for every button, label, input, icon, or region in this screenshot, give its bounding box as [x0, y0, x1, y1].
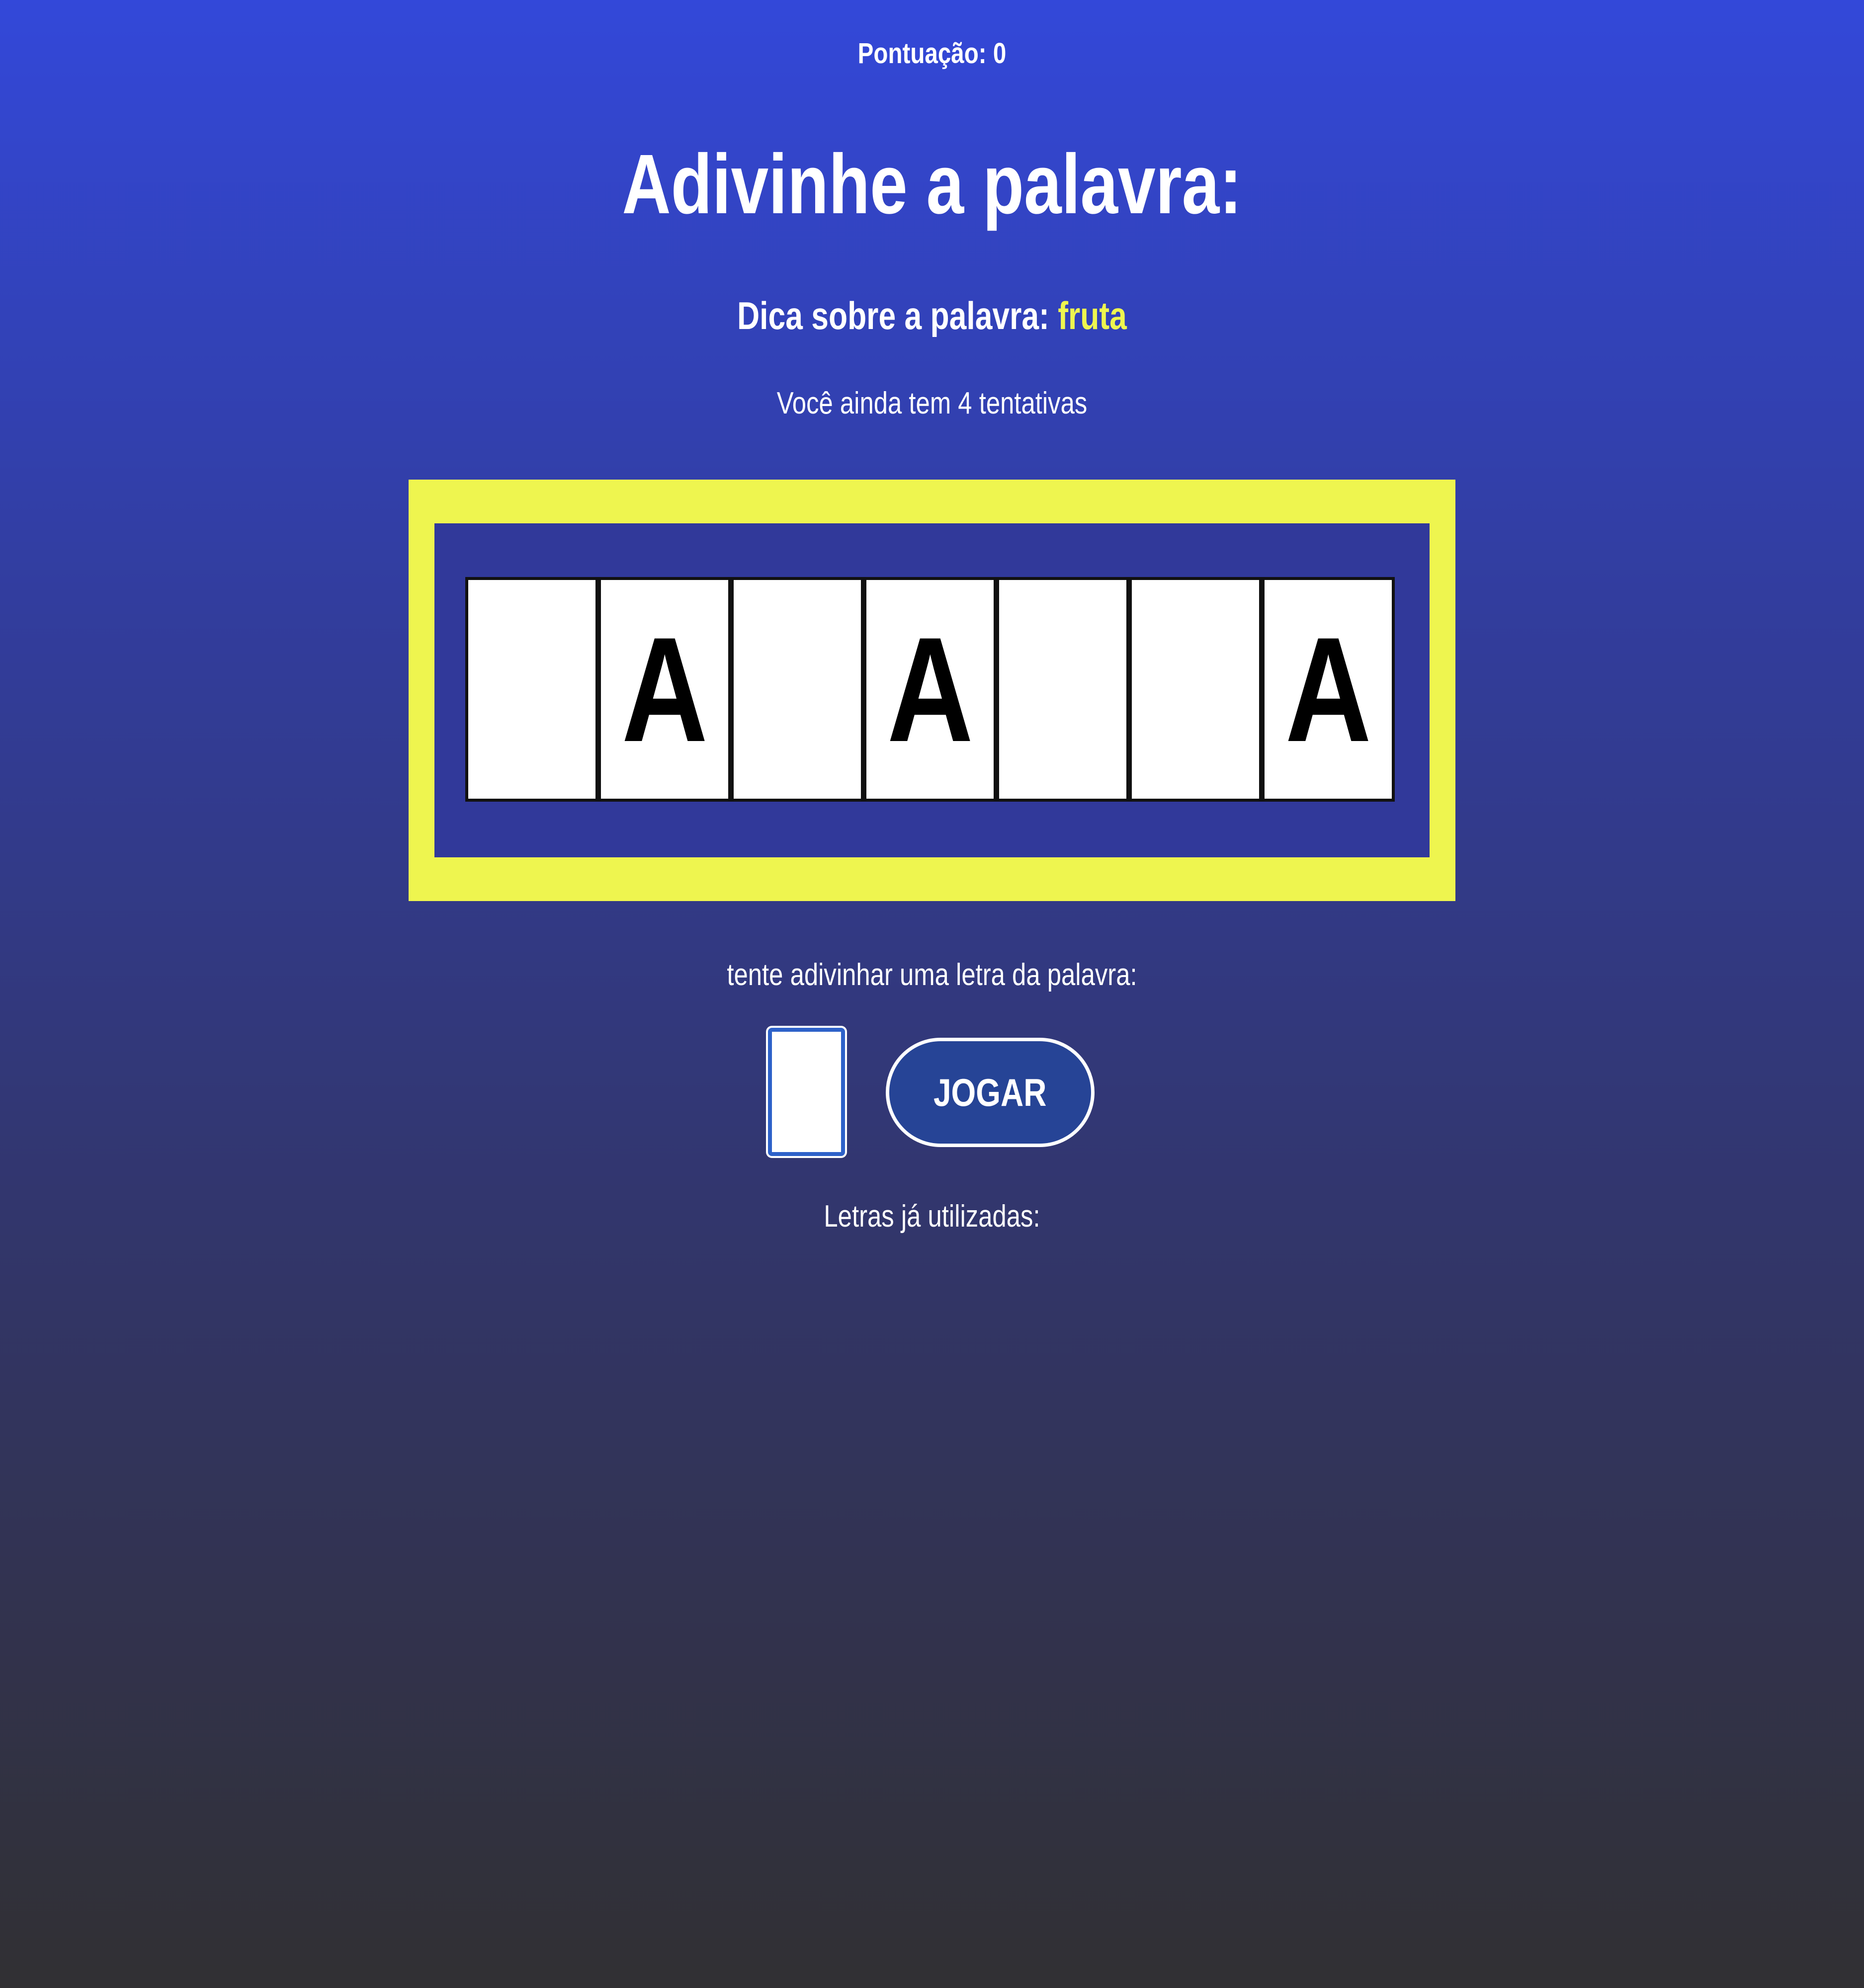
play-button[interactable]: JOGAR	[886, 1038, 1095, 1147]
hint-word: fruta	[1058, 294, 1127, 337]
letter-tile-char: A	[887, 606, 973, 773]
word-board-frame: A A A	[409, 480, 1455, 901]
play-button-label: JOGAR	[933, 1070, 1047, 1114]
letter-tile	[731, 577, 864, 802]
letter-tiles: A A A	[465, 577, 1395, 802]
page-title: Adivinhe a palavra:	[622, 137, 1242, 232]
score-label: Pontuação: 0	[857, 37, 1007, 70]
attempts-remaining: Você ainda tem 4 tentativas	[776, 386, 1088, 420]
letter-tile	[996, 577, 1129, 802]
letter-input[interactable]	[766, 1026, 847, 1158]
letter-tile: A	[1262, 577, 1395, 802]
hint-line: Dica sobre a palavra: fruta	[186, 293, 1678, 338]
letter-tile: A	[598, 577, 731, 802]
word-board: A A A	[434, 523, 1430, 857]
letter-tile	[465, 577, 598, 802]
hint-label: Dica sobre a palavra:	[737, 294, 1049, 337]
letter-tile-char: A	[1285, 606, 1371, 773]
guess-prompt: tente adivinhar uma letra da palavra:	[727, 958, 1137, 992]
letter-tile	[1129, 577, 1262, 802]
used-letters-label: Letras já utilizadas:	[824, 1199, 1040, 1234]
letter-tile: A	[863, 577, 997, 802]
letter-tile-char: A	[621, 606, 708, 773]
